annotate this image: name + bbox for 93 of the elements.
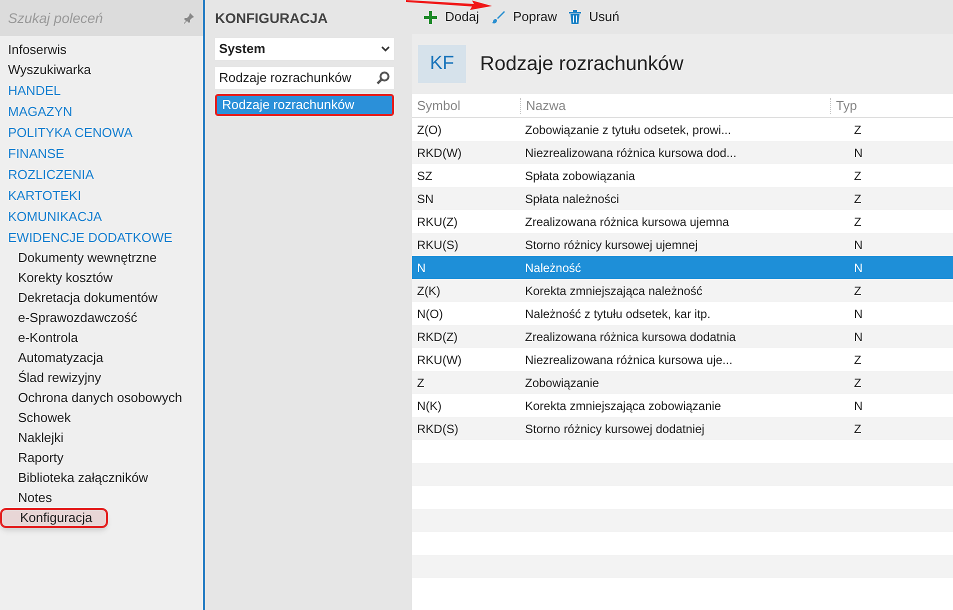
table-cell-text: N(O) (416, 306, 444, 322)
chevron-down-icon (381, 46, 390, 52)
table-cell-text: Zobowiązanie z tytułu odsetek, prowi... (524, 122, 732, 138)
search-icon (376, 71, 390, 85)
table-cell-text: Niezrealizowana różnica kursowa uje... (524, 352, 734, 368)
menu-category[interactable]: FINANSE (0, 143, 203, 164)
column-header[interactable]: Typ (830, 98, 890, 114)
menu-item[interactable]: e-Kontrola (0, 328, 203, 348)
table-cell-text: Spłata zobowiązania (524, 168, 636, 184)
menu-item[interactable]: Raporty (0, 448, 203, 468)
table-cell-text: N (853, 328, 864, 346)
search-field[interactable]: Rodzaje rozrachunków (215, 67, 394, 89)
table-cell-text: Spłata należności (524, 190, 620, 208)
table-cell-text: N (853, 306, 864, 322)
table-cell-text: Z (853, 420, 862, 438)
menu-category[interactable]: KARTOTEKI (0, 185, 203, 206)
table-cell-text: N (853, 236, 864, 254)
table-cell-text: RKU(S) (416, 236, 460, 254)
menu-item[interactable]: Korekty kosztów (0, 268, 203, 288)
menu-item[interactable]: Automatyzacja (0, 348, 203, 368)
table-cell-text: Z(K) (416, 282, 442, 300)
table-cell-text: N (853, 144, 864, 162)
menu-category[interactable]: EWIDENCJE DODATKOWE (0, 227, 203, 248)
table-cell-text: N(K) (416, 398, 443, 414)
table-cell-text: SN (416, 190, 435, 208)
table-cell-text: SZ (416, 168, 434, 184)
table-cell-text: RKU(Z) (416, 214, 459, 230)
edit-button[interactable]: Popraw (490, 7, 558, 27)
table-cell-text: N (853, 260, 864, 276)
table-cell-text: Z (853, 122, 862, 138)
plus-icon (424, 10, 437, 24)
menu-item[interactable]: Dokumenty wewnętrzne (0, 248, 203, 268)
table-cell-text: Korekta zmniejszająca zobowiązanie (524, 398, 722, 414)
table-cell-text: Niezrealizowana różnica kursowa dod... (524, 144, 738, 162)
page-title: Rodzaje rozrachunków (480, 52, 684, 77)
table-cell-text: N (853, 398, 864, 414)
table-row[interactable]: N Należność N (412, 256, 953, 279)
column-header[interactable]: Nazwa (520, 98, 830, 114)
menu-category[interactable]: POLITYKA CENOWA (0, 122, 203, 143)
menu-item[interactable]: Biblioteka załączników (0, 468, 203, 488)
menu-category[interactable]: HANDEL (0, 80, 203, 101)
table-cell-text: RKU(W) (416, 352, 463, 368)
table-row[interactable]: RKD(W) Niezrealizowana różnica kursowa dod... N (412, 141, 953, 164)
menu-category[interactable]: ROZLICZENIA (0, 164, 203, 185)
table-cell-text: Zobowiązanie (524, 374, 600, 392)
table-cell-text: Z (416, 374, 426, 392)
menu-item[interactable]: Infoserwis (0, 40, 203, 60)
menu-item[interactable]: e-Sprawozdawczość (0, 308, 203, 328)
table-cell-text: Storno różnicy kursowej ujemnej (524, 236, 699, 254)
column-header[interactable]: Symbol (412, 98, 520, 114)
brush-icon (490, 10, 505, 24)
delete-button[interactable]: Usuń (569, 7, 620, 27)
search-input[interactable]: Szukaj poleceń (8, 8, 179, 28)
table-cell-text: Z (853, 214, 862, 230)
menu-item[interactable]: Ochrona danych osobowych (0, 388, 203, 408)
table-cell-text: RKD(Z) (416, 328, 459, 346)
table-cell-text: Zrealizowana różnica kursowa dodatnia (524, 328, 737, 346)
pin-icon[interactable] (183, 12, 195, 24)
system-dropdown[interactable]: System (215, 38, 394, 60)
table-cell-text: Należność z tytułu odsetek, kar itp. (524, 306, 712, 322)
table-cell-text: Korekta zmniejszająca należność (524, 282, 704, 300)
menu-item[interactable]: Notes (0, 488, 203, 508)
menu-item[interactable]: Naklejki (0, 428, 203, 448)
table-cell-text: Zrealizowana różnica kursowa ujemna (524, 214, 730, 230)
menu-item[interactable]: Schowek (0, 408, 203, 428)
trash-icon (569, 10, 582, 24)
menu-category[interactable]: KOMUNIKACJA (0, 206, 203, 227)
table-row[interactable]: Z Zobowiązanie Z (412, 371, 953, 394)
table-cell-text: Z (853, 168, 862, 184)
table-cell-text: Należność (524, 260, 582, 276)
table-cell-text: RKD(W) (416, 144, 463, 162)
table-cell-text: Z (853, 190, 862, 208)
menu-item[interactable]: Ślad rewizyjny (0, 368, 203, 388)
table-cell-text: N (416, 260, 427, 276)
section-badge: KF (418, 45, 466, 83)
table-row[interactable]: RKU(S) Storno różnicy kursowej ujemnej N (412, 233, 953, 256)
table-cell-text: Storno różnicy kursowej dodatniej (524, 420, 706, 438)
table-row[interactable]: RKD(Z) Zrealizowana różnica kursowa dodatnia N (412, 325, 953, 348)
menu-item[interactable]: Wyszukiwarka (0, 60, 203, 80)
menu-category[interactable]: MAGAZYN (0, 101, 203, 122)
search-field[interactable]: Szukaj poleceń (0, 0, 203, 36)
table-row[interactable]: SN Spłata należności Z (412, 187, 953, 210)
add-button[interactable]: Dodaj (424, 7, 479, 27)
table-row[interactable]: RKD(S) Storno różnicy kursowej dodatniej Z (412, 417, 953, 440)
table-cell-text: Z(O) (416, 122, 443, 138)
table-row[interactable]: Z(K) Korekta zmniejszająca należność Z (412, 279, 953, 302)
table-cell-text: RKD(S) (416, 420, 460, 438)
menu-item[interactable]: Konfiguracja (0, 508, 108, 528)
menu-item[interactable]: Dekretacja dokumentów (0, 288, 203, 308)
table-cell-text: Z (853, 352, 862, 368)
table-cell-text: Z (853, 282, 862, 300)
panel-title: KONFIGURACJA (215, 8, 329, 28)
table-cell-text: Z (853, 374, 862, 392)
